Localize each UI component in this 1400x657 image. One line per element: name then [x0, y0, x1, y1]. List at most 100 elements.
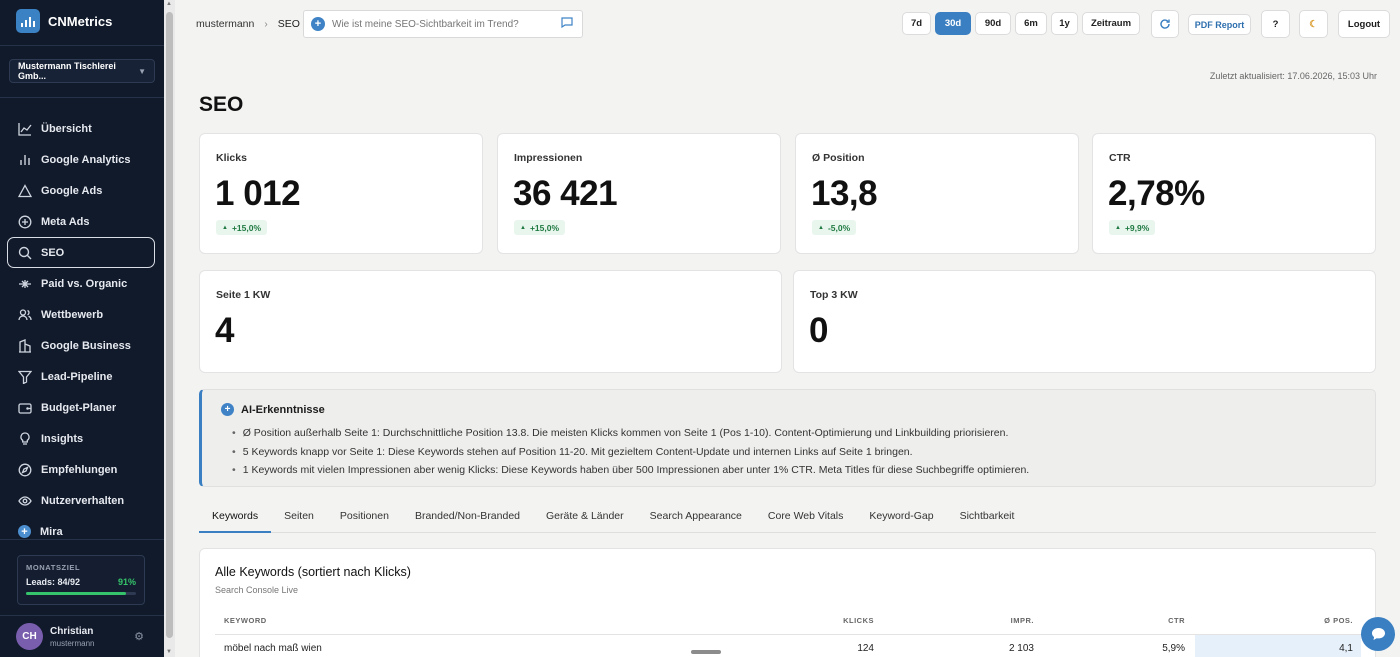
breadcrumb-item-account[interactable]: mustermann [196, 18, 254, 30]
period-1y-button[interactable]: 1y [1051, 12, 1078, 35]
goal-progress-bar [26, 592, 136, 595]
period-90d-button[interactable]: 90d [975, 12, 1011, 35]
sidebar-item-seo[interactable]: SEO [7, 237, 155, 268]
list-item: 5 Keywords knapp vor Seite 1: Diese Keyw… [232, 443, 1029, 462]
user-profile[interactable]: CH Christian mustermann ⚙ [0, 615, 164, 657]
sidebar-item-label: SEO [41, 246, 65, 259]
sidebar-item-google-ads[interactable]: Google Ads [7, 175, 155, 206]
tab-core-web-vitals[interactable]: Core Web Vitals [755, 503, 856, 533]
sidebar-item-meta-ads[interactable]: Meta Ads [7, 206, 155, 237]
sidebar-item-uebersicht[interactable]: Übersicht [7, 113, 155, 144]
ai-ask-input[interactable] [332, 18, 552, 30]
sidebar-item-budget-planer[interactable]: Budget-Planer [7, 392, 155, 423]
kpi-card-avg-position: Ø Position 13,8 ▲ -5,0% [795, 133, 1079, 254]
sidebar-item-label: Mira [40, 525, 63, 538]
sidebar-item-mira[interactable]: + Mira [7, 516, 155, 547]
column-header-ctr[interactable]: CTR [1168, 616, 1185, 625]
split-icon [18, 277, 32, 291]
app-logo[interactable]: CNMetrics [0, 0, 164, 36]
pdf-report-button[interactable]: PDF Report [1188, 14, 1251, 35]
dark-mode-toggle[interactable]: ☾ [1299, 10, 1328, 38]
plus-circle-icon [18, 215, 32, 229]
divider [0, 45, 164, 46]
kpi-delta-value: +15,0% [231, 222, 262, 233]
avatar: CH [16, 623, 43, 650]
tab-keywords[interactable]: Keywords [199, 503, 272, 533]
period-6m-button[interactable]: 6m [1015, 12, 1047, 35]
sidebar-item-label: Insights [41, 432, 84, 445]
column-header-clicks[interactable]: KLICKS [843, 616, 874, 625]
client-select-value: Mustermann Tischlerei Gmb... [18, 61, 116, 81]
trend-up-icon: ▲ [520, 224, 526, 231]
moon-icon: ☾ [1309, 18, 1318, 30]
table-cell-clicks: 124 [857, 643, 874, 654]
tab-seiten[interactable]: Seiten [271, 503, 327, 533]
wallet-icon [18, 401, 32, 415]
monthly-goal-widget: MONATSZIEL Leads: 84/92 91% [17, 555, 145, 605]
ai-plus-icon: + [221, 403, 234, 416]
sidebar: CNMetrics Mustermann Tischlerei Gmb... ▼… [0, 0, 164, 657]
kpi-value: 2,78% [1108, 174, 1205, 213]
ai-ask-box[interactable]: + [303, 10, 583, 38]
tab-branded[interactable]: Branded/Non-Branded [402, 503, 533, 533]
period-custom-button[interactable]: Zeitraum [1082, 12, 1140, 35]
kpi-card-clicks: Klicks 1 012 ▲ +15,0% [199, 133, 483, 254]
sidebar-item-wettbewerb[interactable]: Wettbewerb [7, 299, 155, 330]
sidebar-item-lead-pipeline[interactable]: Lead-Pipeline [7, 361, 155, 392]
sidebar-scrollbar[interactable]: ▲ ▼ [164, 0, 175, 657]
divider [0, 97, 164, 98]
sidebar-item-insights[interactable]: Insights [7, 423, 155, 454]
sidebar-item-label: Empfehlungen [41, 463, 118, 476]
lightbulb-icon [18, 431, 32, 446]
trend-up-icon: ▲ [1115, 224, 1121, 231]
kpi-value: 1 012 [215, 174, 301, 213]
client-select[interactable]: Mustermann Tischlerei Gmb... ▼ [9, 59, 155, 83]
refresh-button[interactable] [1151, 10, 1179, 38]
gear-icon[interactable]: ⚙ [134, 630, 144, 643]
tab-geraete-laender[interactable]: Geräte & Länder [533, 503, 637, 533]
column-header-impressions[interactable]: IMPR. [1011, 616, 1034, 625]
sidebar-item-google-business[interactable]: Google Business [7, 330, 155, 361]
chat-fab-button[interactable] [1361, 617, 1395, 651]
sidebar-item-empfehlungen[interactable]: Empfehlungen [7, 454, 155, 485]
table-title: Alle Keywords (sortiert nach Klicks) [215, 565, 411, 579]
period-30d-button[interactable]: 30d [935, 12, 971, 35]
kpi-value: 13,8 [811, 174, 878, 213]
mira-icon: + [18, 525, 31, 538]
logout-button[interactable]: Logout [1338, 10, 1390, 38]
compass-icon [18, 463, 32, 477]
tab-keyword-gap[interactable]: Keyword-Gap [856, 503, 946, 533]
tab-sichtbarkeit[interactable]: Sichtbarkeit [947, 503, 1028, 533]
kpi-card-ctr: CTR 2,78% ▲ +9,9% [1092, 133, 1376, 254]
sidebar-item-label: Meta Ads [41, 215, 90, 228]
sidebar-item-google-analytics[interactable]: Google Analytics [7, 144, 155, 175]
kpi-card-top3-keywords: Top 3 KW 0 [793, 270, 1376, 373]
kpi-label: Impressionen [514, 152, 583, 164]
chat-bubble-icon[interactable] [561, 17, 573, 31]
scroll-thumb[interactable] [166, 12, 173, 638]
ai-plus-icon: + [311, 17, 325, 31]
keywords-table-card: Alle Keywords (sortiert nach Klicks) Sea… [199, 548, 1376, 657]
period-7d-button[interactable]: 7d [902, 12, 931, 35]
sidebar-item-label: Budget-Planer [41, 401, 117, 414]
sidebar-item-paid-vs-organic[interactable]: Paid vs. Organic [7, 268, 155, 299]
kpi-delta-badge: ▲ -5,0% [812, 220, 857, 235]
sidebar-item-label: Wettbewerb [41, 308, 104, 321]
kpi-value: 4 [215, 311, 234, 350]
tab-search-appearance[interactable]: Search Appearance [637, 503, 755, 533]
kpi-delta-badge: ▲ +15,0% [514, 220, 566, 235]
scroll-down-arrow-icon[interactable]: ▼ [166, 649, 172, 655]
logo-icon [16, 9, 40, 33]
column-header-position[interactable]: Ø POS. [1324, 616, 1353, 625]
goal-percent: 91% [117, 577, 136, 587]
kpi-card-impressions: Impressionen 36 421 ▲ +15,0% [497, 133, 781, 254]
help-button[interactable]: ? [1261, 10, 1290, 38]
column-header-keyword[interactable]: KEYWORD [224, 616, 267, 625]
scroll-up-arrow-icon[interactable]: ▲ [166, 1, 172, 7]
user-name: Christian [50, 625, 94, 637]
chevron-right-icon: › [264, 18, 268, 30]
sidebar-item-nutzerverhalten[interactable]: Nutzerverhalten [7, 485, 155, 516]
sidebar-item-label: Nutzerverhalten [41, 494, 125, 507]
tab-positionen[interactable]: Positionen [327, 503, 402, 533]
refresh-icon [1160, 19, 1170, 29]
